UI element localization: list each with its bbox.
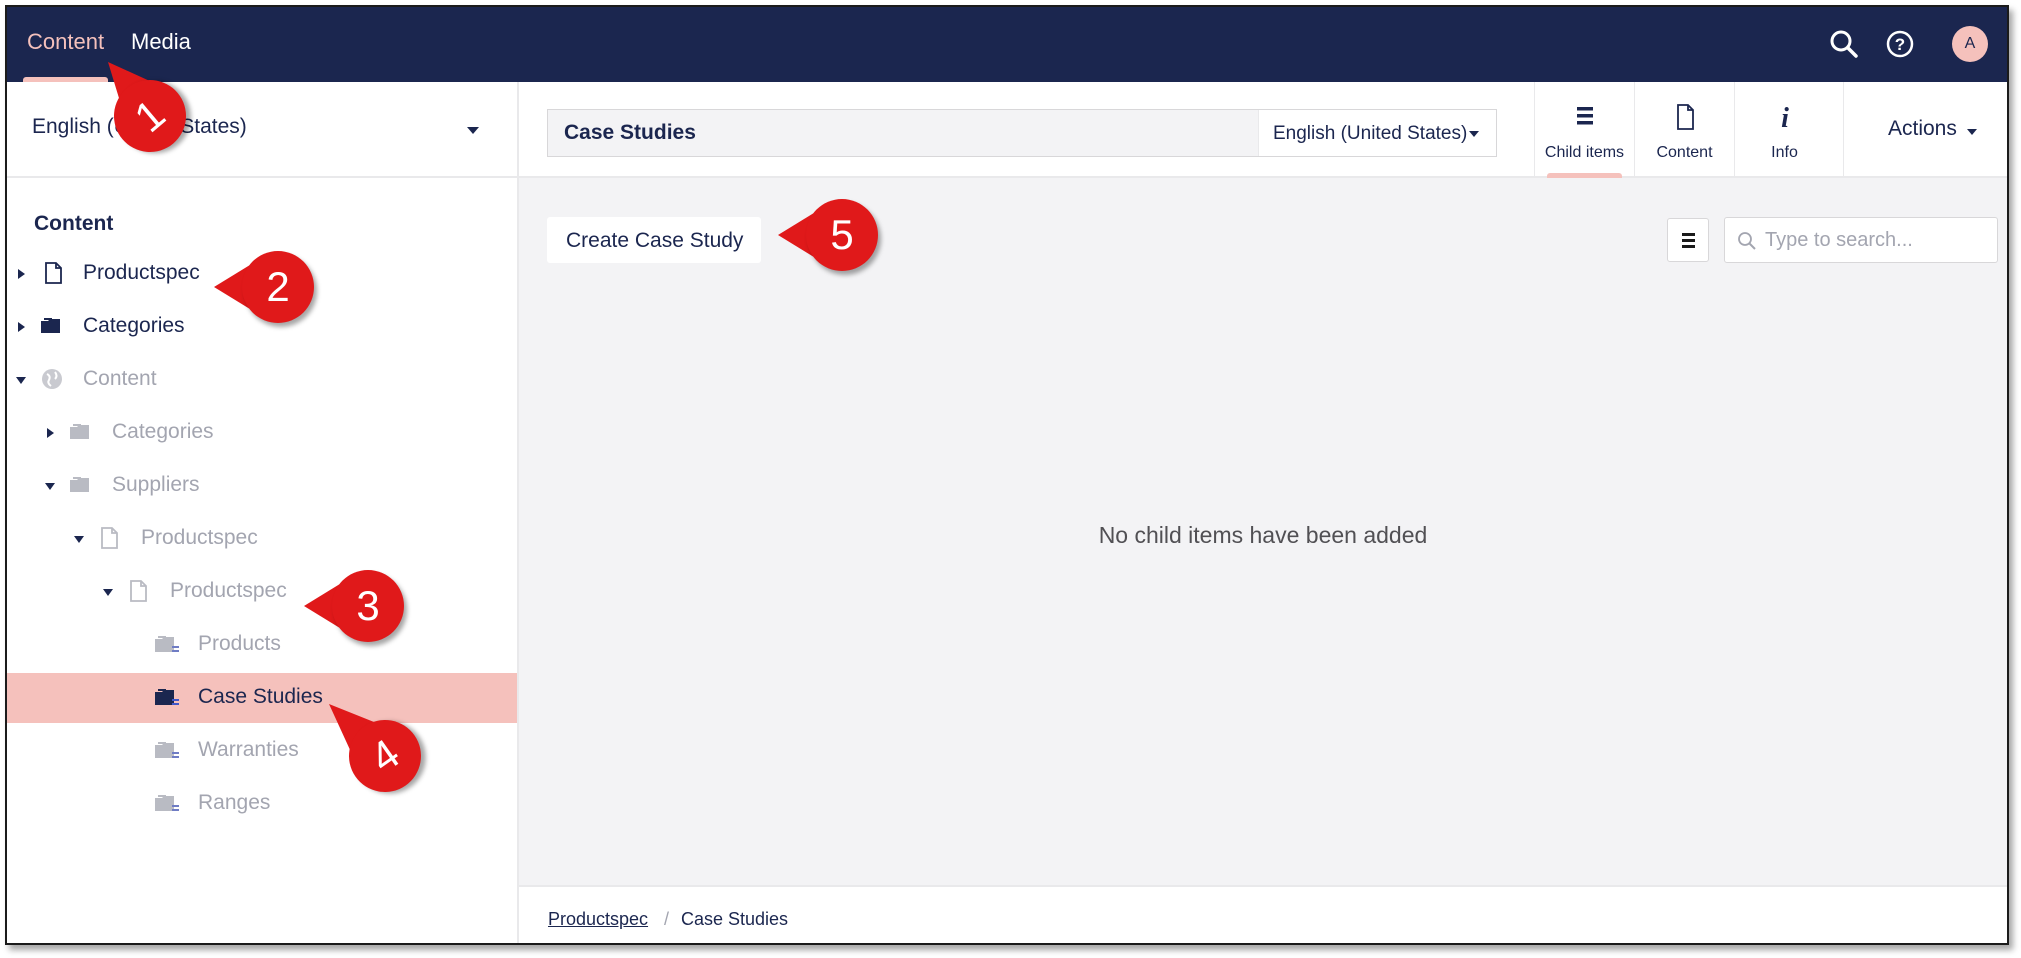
app-label: Info xyxy=(1771,144,1798,161)
callout-badge: 3 xyxy=(332,570,404,642)
globe-icon xyxy=(39,366,65,392)
callout-badge: 5 xyxy=(806,199,878,271)
main-editor: Case Studies English (United States) Chi… xyxy=(519,82,2007,943)
app-child-items[interactable]: Child items xyxy=(1534,82,1634,178)
collapse-arrow-icon[interactable] xyxy=(103,589,113,596)
tree-item-label: Productspec xyxy=(170,579,287,602)
umbraco-window: Content Media ? A English (United States… xyxy=(5,5,2009,945)
expand-arrow-icon[interactable] xyxy=(47,428,54,438)
node-name-field[interactable]: Case Studies English (United States) xyxy=(547,109,1497,157)
folder-icon xyxy=(67,419,93,445)
chevron-down-icon xyxy=(467,127,479,134)
search-icon[interactable] xyxy=(1826,26,1862,62)
search-input[interactable] xyxy=(1765,218,1993,262)
editor-header: Case Studies English (United States) Chi… xyxy=(519,82,2007,178)
app-label: Child items xyxy=(1544,144,1625,161)
collapse-arrow-icon[interactable] xyxy=(74,536,84,543)
variant-label: English (United States) xyxy=(1273,123,1468,144)
tree-item-productspec-level3[interactable]: Productspec xyxy=(7,567,517,617)
search-box[interactable] xyxy=(1724,217,1998,263)
chevron-down-icon xyxy=(1967,129,1977,135)
tree-item-products[interactable]: Products xyxy=(7,620,517,670)
collapse-arrow-icon[interactable] xyxy=(45,483,55,490)
app-label: Content xyxy=(1656,144,1713,161)
info-icon: i xyxy=(1735,102,1834,134)
folder-icon xyxy=(67,472,93,498)
tree-title: Content xyxy=(34,212,114,235)
tree-item-productspec-level2[interactable]: Productspec xyxy=(7,514,517,564)
tree-item-label: Suppliers xyxy=(112,473,200,496)
tree-item-case-studies[interactable]: Case Studies xyxy=(7,673,517,723)
app-content[interactable]: Content xyxy=(1634,82,1734,178)
expand-arrow-icon[interactable] xyxy=(18,269,25,279)
node-name[interactable]: Case Studies xyxy=(564,121,696,145)
list-layout-icon xyxy=(1682,233,1695,248)
breadcrumb-current: Case Studies xyxy=(681,909,789,929)
callout-1: 1 xyxy=(99,60,210,170)
actions-button[interactable]: Actions xyxy=(1843,82,2007,178)
chevron-down-icon xyxy=(1469,131,1479,137)
svg-text:?: ? xyxy=(1895,35,1905,54)
layout-toggle-button[interactable] xyxy=(1667,218,1709,262)
tree-item-label: Products xyxy=(198,632,281,655)
document-icon xyxy=(96,525,122,551)
create-case-study-button[interactable]: Create Case Study xyxy=(547,217,761,263)
tree-item-label: Categories xyxy=(112,420,214,443)
tree-item-label: Productspec xyxy=(83,261,200,284)
callout-5: 5 xyxy=(776,195,886,275)
editor-footer: Productspec / Case Studies xyxy=(519,885,2007,943)
tree-item-suppliers[interactable]: Suppliers xyxy=(7,461,517,511)
callout-2: 2 xyxy=(212,247,322,327)
folder-list-icon xyxy=(152,684,179,710)
folder-list-icon xyxy=(152,631,179,657)
create-button-label: Create Case Study xyxy=(566,229,744,252)
top-navigation-bar: Content Media ? A xyxy=(7,7,2007,82)
tree-item-ranges[interactable]: Ranges xyxy=(7,779,517,829)
document-icon xyxy=(40,260,66,286)
tree-item-label: Warranties xyxy=(198,738,299,761)
tree-item-label: Categories xyxy=(83,314,185,337)
tree-item-content-root[interactable]: Content xyxy=(7,355,517,405)
callout-3: 3 xyxy=(302,566,412,646)
language-selector[interactable]: English (United States) xyxy=(7,82,517,178)
tree-item-categories-child[interactable]: Categories xyxy=(7,408,517,458)
section-tab-content[interactable]: Content xyxy=(22,7,109,82)
tree-item-label: Content xyxy=(83,367,157,390)
breadcrumb-parent-link[interactable]: Productspec xyxy=(548,909,648,930)
svg-text:i: i xyxy=(1781,103,1789,132)
app-info[interactable]: i Info xyxy=(1734,82,1834,178)
folder-list-icon xyxy=(152,790,179,816)
folder-list-icon xyxy=(152,737,179,763)
folder-icon xyxy=(38,313,64,339)
callout-4: 4 xyxy=(325,700,436,807)
user-avatar[interactable]: A xyxy=(1952,26,1988,62)
expand-arrow-icon[interactable] xyxy=(18,322,25,332)
tree-item-label: Case Studies xyxy=(198,685,323,708)
tree-item-label: Productspec xyxy=(141,526,258,549)
document-icon xyxy=(1635,102,1734,132)
actions-label: Actions xyxy=(1888,117,1957,140)
help-icon[interactable]: ? xyxy=(1882,26,1918,62)
search-icon xyxy=(1738,232,1756,250)
document-icon xyxy=(125,578,151,604)
sidebar: English (United States) Content Products… xyxy=(7,82,519,943)
callout-badge: 2 xyxy=(242,251,314,323)
tree-item-label: Ranges xyxy=(198,791,271,814)
empty-state-message: No child items have been added xyxy=(1098,522,1428,548)
list-icon xyxy=(1535,102,1634,132)
tree-item-warranties[interactable]: Warranties xyxy=(7,726,517,776)
collapse-arrow-icon[interactable] xyxy=(16,377,26,384)
variant-selector[interactable]: English (United States) xyxy=(1258,110,1496,156)
breadcrumb-separator: / xyxy=(664,909,670,929)
